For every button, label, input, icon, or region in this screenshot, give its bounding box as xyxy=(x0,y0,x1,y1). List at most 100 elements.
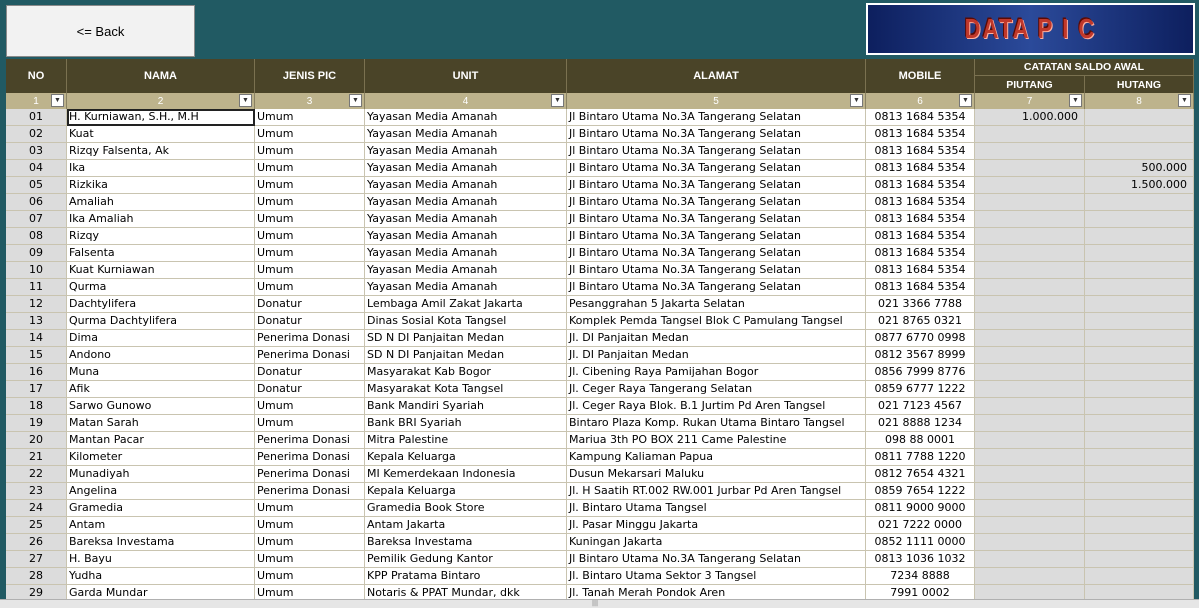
cell-mobile[interactable]: 7234 8888 xyxy=(866,568,975,585)
cell-alamat[interactable]: Jl Bintaro Utama No.3A Tangerang Selatan xyxy=(567,109,866,126)
cell-nama[interactable]: H. Bayu xyxy=(67,551,255,568)
cell-hutang[interactable] xyxy=(1085,551,1194,568)
cell-hutang[interactable] xyxy=(1085,143,1194,160)
cell-hutang[interactable]: 500.000 xyxy=(1085,160,1194,177)
cell-hutang[interactable] xyxy=(1085,364,1194,381)
cell-alamat[interactable]: Jl. DI Panjaitan Medan xyxy=(567,347,866,364)
cell-hutang[interactable] xyxy=(1085,194,1194,211)
cell-nama[interactable]: Sarwo Gunowo xyxy=(67,398,255,415)
cell-no[interactable]: 16 xyxy=(6,364,67,381)
cell-unit[interactable]: Notaris & PPAT Mundar, dkk xyxy=(365,585,567,599)
cell-jenis[interactable]: Penerima Donasi xyxy=(255,432,365,449)
cell-mobile[interactable]: 0813 1684 5354 xyxy=(866,245,975,262)
cell-unit[interactable]: Mitra Palestine xyxy=(365,432,567,449)
cell-jenis[interactable]: Umum xyxy=(255,194,365,211)
cell-hutang[interactable] xyxy=(1085,211,1194,228)
cell-unit[interactable]: Yayasan Media Amanah xyxy=(365,126,567,143)
cell-piutang[interactable] xyxy=(975,262,1085,279)
cell-jenis[interactable]: Umum xyxy=(255,568,365,585)
cell-no[interactable]: 24 xyxy=(6,500,67,517)
cell-nama[interactable]: Rizkika xyxy=(67,177,255,194)
cell-piutang[interactable] xyxy=(975,296,1085,313)
cell-jenis[interactable]: Umum xyxy=(255,517,365,534)
cell-hutang[interactable] xyxy=(1085,432,1194,449)
cell-jenis[interactable]: Umum xyxy=(255,500,365,517)
cell-nama[interactable]: Mantan Pacar xyxy=(67,432,255,449)
cell-no[interactable]: 05 xyxy=(6,177,67,194)
cell-no[interactable]: 07 xyxy=(6,211,67,228)
cell-alamat[interactable]: Kuningan Jakarta xyxy=(567,534,866,551)
cell-no[interactable]: 17 xyxy=(6,381,67,398)
cell-hutang[interactable] xyxy=(1085,449,1194,466)
cell-hutang[interactable] xyxy=(1085,109,1194,126)
cell-alamat[interactable]: Mariua 3th PO BOX 211 Came Palestine xyxy=(567,432,866,449)
cell-mobile[interactable]: 0813 1684 5354 xyxy=(866,194,975,211)
cell-no[interactable]: 25 xyxy=(6,517,67,534)
cell-piutang[interactable] xyxy=(975,517,1085,534)
cell-mobile[interactable]: 0859 7654 1222 xyxy=(866,483,975,500)
cell-unit[interactable]: Yayasan Media Amanah xyxy=(365,279,567,296)
cell-alamat[interactable]: Bintaro Plaza Komp. Rukan Utama Bintaro … xyxy=(567,415,866,432)
cell-piutang[interactable] xyxy=(975,466,1085,483)
cell-alamat[interactable]: Jl Bintaro Utama No.3A Tangerang Selatan xyxy=(567,279,866,296)
cell-piutang[interactable] xyxy=(975,398,1085,415)
cell-mobile[interactable]: 021 7123 4567 xyxy=(866,398,975,415)
cell-no[interactable]: 19 xyxy=(6,415,67,432)
cell-mobile[interactable]: 0813 1684 5354 xyxy=(866,160,975,177)
cell-no[interactable]: 23 xyxy=(6,483,67,500)
cell-hutang[interactable] xyxy=(1085,245,1194,262)
cell-no[interactable]: 02 xyxy=(6,126,67,143)
cell-alamat[interactable]: Jl Bintaro Utama No.3A Tangerang Selatan xyxy=(567,551,866,568)
cell-jenis[interactable]: Umum xyxy=(255,245,365,262)
cell-jenis[interactable]: Penerima Donasi xyxy=(255,347,365,364)
cell-piutang[interactable] xyxy=(975,279,1085,296)
cell-hutang[interactable] xyxy=(1085,415,1194,432)
cell-nama[interactable]: Kuat Kurniawan xyxy=(67,262,255,279)
cell-mobile[interactable]: 0811 7788 1220 xyxy=(866,449,975,466)
cell-alamat[interactable]: Jl Bintaro Utama No.3A Tangerang Selatan xyxy=(567,228,866,245)
cell-jenis[interactable]: Umum xyxy=(255,126,365,143)
cell-nama[interactable]: Afik xyxy=(67,381,255,398)
cell-alamat[interactable]: Jl Bintaro Utama No.3A Tangerang Selatan xyxy=(567,211,866,228)
cell-nama[interactable]: Muna xyxy=(67,364,255,381)
cell-jenis[interactable]: Penerima Donasi xyxy=(255,483,365,500)
cell-alamat[interactable]: Jl Bintaro Utama No.3A Tangerang Selatan xyxy=(567,245,866,262)
cell-piutang[interactable] xyxy=(975,330,1085,347)
cell-alamat[interactable]: Jl. DI Panjaitan Medan xyxy=(567,330,866,347)
cell-no[interactable]: 11 xyxy=(6,279,67,296)
cell-piutang[interactable] xyxy=(975,126,1085,143)
cell-nama[interactable]: Dima xyxy=(67,330,255,347)
cell-unit[interactable]: SD N DI Panjaitan Medan xyxy=(365,330,567,347)
cell-no[interactable]: 01 xyxy=(6,109,67,126)
cell-unit[interactable]: Yayasan Media Amanah xyxy=(365,109,567,126)
cell-hutang[interactable] xyxy=(1085,262,1194,279)
cell-alamat[interactable]: Jl Bintaro Utama No.3A Tangerang Selatan xyxy=(567,160,866,177)
cell-mobile[interactable]: 0813 1684 5354 xyxy=(866,143,975,160)
cell-nama[interactable]: Qurma Dachtylifera xyxy=(67,313,255,330)
cell-jenis[interactable]: Umum xyxy=(255,398,365,415)
cell-jenis[interactable]: Umum xyxy=(255,160,365,177)
cell-hutang[interactable] xyxy=(1085,330,1194,347)
cell-jenis[interactable]: Umum xyxy=(255,262,365,279)
cell-no[interactable]: 03 xyxy=(6,143,67,160)
cell-unit[interactable]: Yayasan Media Amanah xyxy=(365,143,567,160)
cell-piutang[interactable] xyxy=(975,415,1085,432)
cell-hutang[interactable] xyxy=(1085,585,1194,599)
cell-hutang[interactable] xyxy=(1085,381,1194,398)
cell-mobile[interactable]: 098 88 0001 xyxy=(866,432,975,449)
cell-unit[interactable]: Yayasan Media Amanah xyxy=(365,262,567,279)
cell-no[interactable]: 08 xyxy=(6,228,67,245)
cell-nama[interactable]: Ika xyxy=(67,160,255,177)
cell-unit[interactable]: Bareksa Investama xyxy=(365,534,567,551)
cell-alamat[interactable]: Jl. Bintaro Utama Sektor 3 Tangsel xyxy=(567,568,866,585)
cell-no[interactable]: 26 xyxy=(6,534,67,551)
cell-no[interactable]: 20 xyxy=(6,432,67,449)
cell-piutang[interactable] xyxy=(975,534,1085,551)
cell-unit[interactable]: Yayasan Media Amanah xyxy=(365,211,567,228)
cell-piutang[interactable] xyxy=(975,483,1085,500)
back-button[interactable]: <= Back xyxy=(6,5,195,57)
cell-piutang[interactable] xyxy=(975,245,1085,262)
filter-dropdown-icon[interactable]: ▼ xyxy=(51,94,64,107)
cell-jenis[interactable]: Umum xyxy=(255,228,365,245)
cell-jenis[interactable]: Donatur xyxy=(255,296,365,313)
